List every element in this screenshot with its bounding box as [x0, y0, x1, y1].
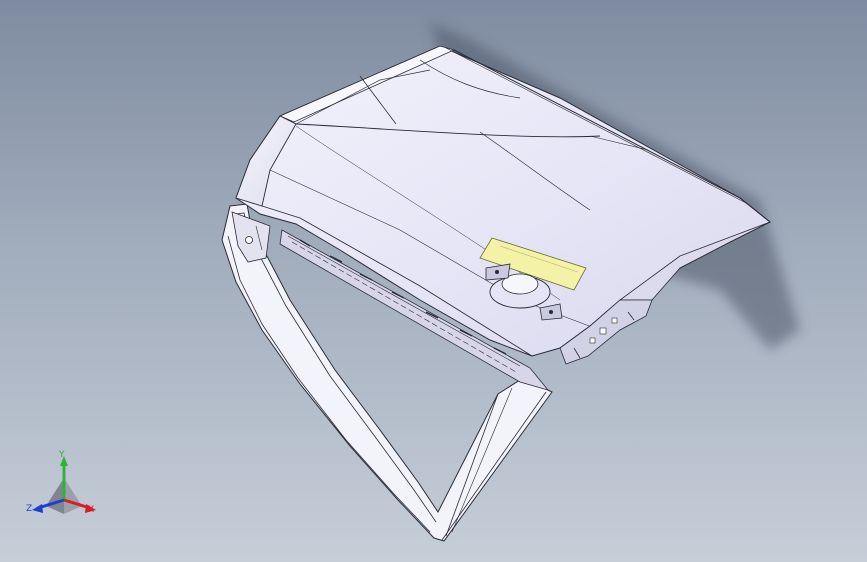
graphics-viewport[interactable]: Y Z X	[0, 0, 867, 562]
x-axis-label: X	[88, 505, 95, 515]
y-axis-label: Y	[59, 450, 65, 460]
door-outer-panel[interactable]	[235, 45, 771, 357]
orientation-triad[interactable]: Y Z X	[22, 448, 106, 524]
z-axis-label: Z	[26, 504, 33, 514]
door-model[interactable]	[0, 0, 867, 562]
